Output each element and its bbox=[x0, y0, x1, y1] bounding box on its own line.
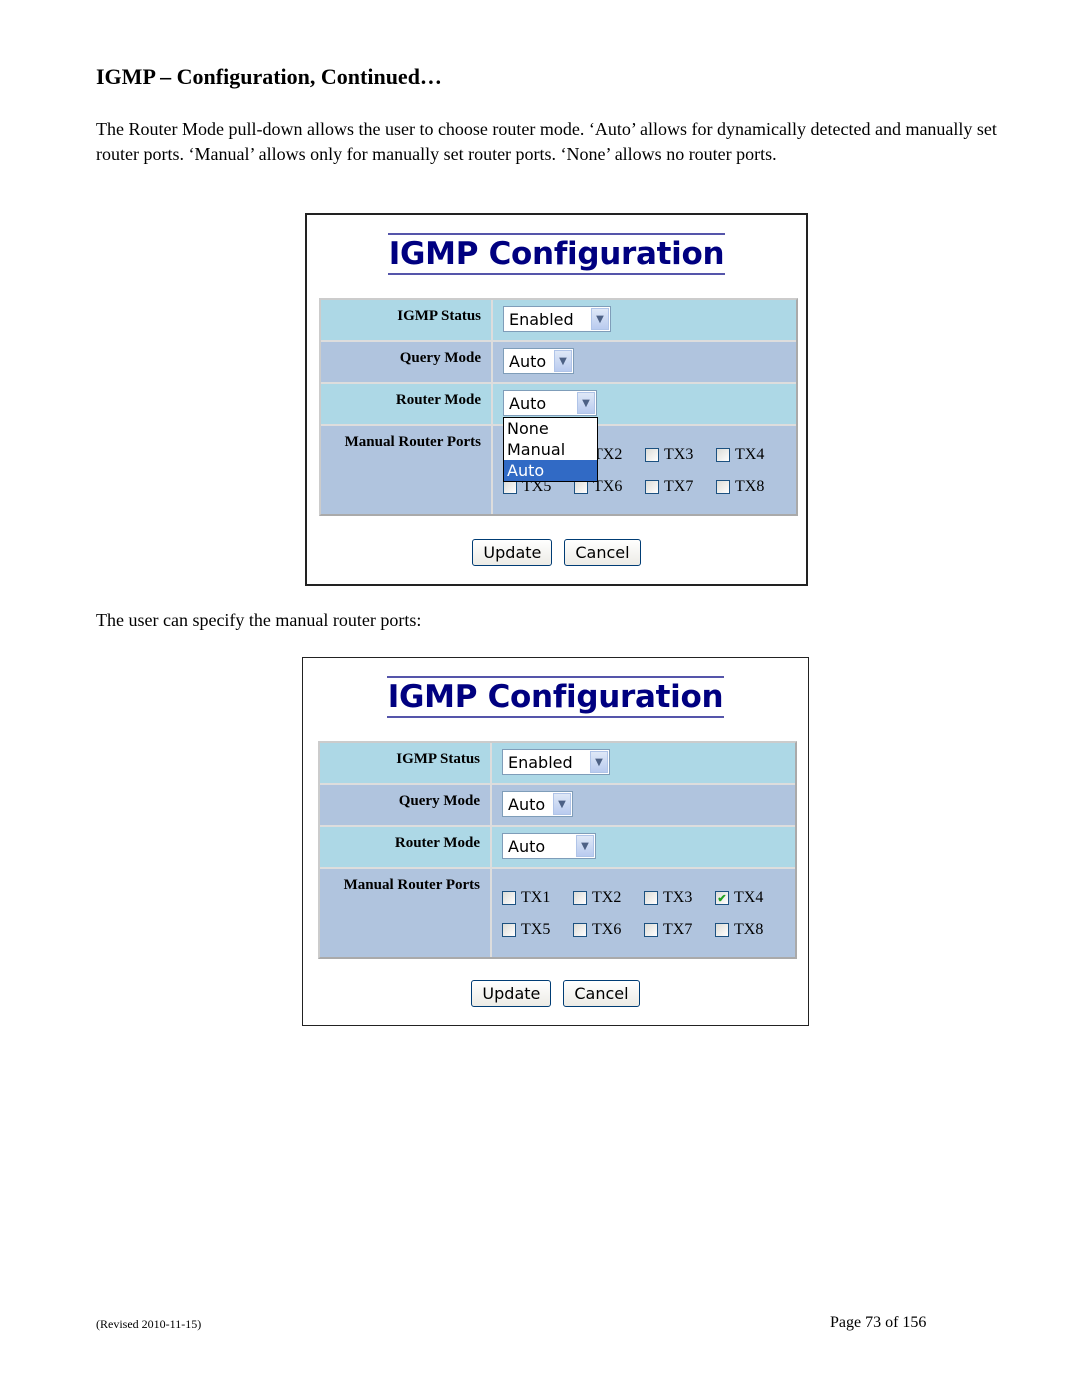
port-tx7[interactable]: TX7 bbox=[645, 478, 716, 496]
option-auto[interactable]: Auto bbox=[504, 460, 597, 481]
chevron-down-icon: ▼ bbox=[577, 392, 595, 414]
chevron-down-icon: ▼ bbox=[553, 793, 571, 815]
port-checkbox[interactable] bbox=[573, 891, 587, 905]
between-paragraph: The user can specify the manual router p… bbox=[96, 610, 422, 630]
revised-date: (Revised 2010-11-15) bbox=[96, 1317, 202, 1331]
port-label: TX8 bbox=[734, 921, 764, 938]
igmp-status-row: IGMP Status Enabled ▼ bbox=[321, 300, 796, 342]
config-table: IGMP Status Enabled ▼ Query Mode Auto ▼ Ro… bbox=[318, 741, 797, 959]
cancel-button[interactable]: Cancel bbox=[564, 539, 641, 566]
query-mode-label: Query Mode bbox=[321, 342, 493, 382]
igmp-status-label: IGMP Status bbox=[321, 300, 493, 340]
port-checkbox[interactable] bbox=[716, 480, 730, 494]
router-mode-row: Router Mode Auto ▼ bbox=[320, 827, 795, 869]
port-tx3[interactable]: TX3 bbox=[644, 889, 715, 907]
port-label: TX7 bbox=[663, 921, 693, 938]
update-button[interactable]: Update bbox=[472, 539, 553, 566]
query-mode-row: Query Mode Auto ▼ bbox=[320, 785, 795, 827]
port-checkbox[interactable] bbox=[503, 480, 517, 494]
query-mode-label: Query Mode bbox=[320, 785, 492, 825]
router-mode-select[interactable]: Auto ▼ bbox=[503, 390, 597, 416]
option-none[interactable]: None bbox=[504, 418, 597, 439]
port-checkbox[interactable] bbox=[716, 448, 730, 462]
igmp-status-label: IGMP Status bbox=[320, 743, 492, 783]
router-mode-row: Router Mode Auto ▼ None Manual Auto bbox=[321, 384, 796, 482]
chevron-down-icon: ▼ bbox=[590, 751, 608, 773]
port-tx8[interactable]: TX8 bbox=[716, 478, 787, 496]
port-tx3[interactable]: TX3 bbox=[645, 446, 716, 464]
router-mode-dropdown: None Manual Auto bbox=[503, 417, 598, 482]
igmp-status-select[interactable]: Enabled ▼ bbox=[502, 749, 610, 775]
port-label: TX2 bbox=[592, 889, 622, 906]
option-manual[interactable]: Manual bbox=[504, 439, 597, 460]
igmp-config-screenshot-1: IGMP Configuration IGMP Status Enabled ▼ … bbox=[305, 213, 808, 586]
port-label: TX1 bbox=[521, 889, 551, 906]
port-checkbox[interactable] bbox=[574, 480, 588, 494]
config-table: IGMP Status Enabled ▼ Query Mode Auto ▼ Ro… bbox=[319, 298, 798, 516]
update-button[interactable]: Update bbox=[471, 980, 552, 1007]
cancel-button[interactable]: Cancel bbox=[563, 980, 640, 1007]
igmp-config-screenshot-2: IGMP Configuration IGMP Status Enabled ▼ … bbox=[302, 657, 809, 1026]
intro-paragraph: The Router Mode pull-down allows the use… bbox=[96, 119, 997, 164]
router-mode-label: Router Mode bbox=[321, 384, 493, 424]
chevron-down-icon: ▼ bbox=[591, 308, 609, 330]
router-mode-label: Router Mode bbox=[320, 827, 492, 867]
port-label: TX4 bbox=[735, 446, 765, 463]
port-checkbox[interactable] bbox=[573, 923, 587, 937]
section-heading: IGMP – Configuration, Continued… bbox=[96, 64, 442, 89]
port-tx6[interactable]: TX6 bbox=[573, 921, 644, 939]
port-tx4[interactable]: TX4 bbox=[716, 446, 787, 464]
manual-router-ports-label: Manual Router Ports bbox=[321, 426, 493, 514]
query-mode-select[interactable]: Auto ▼ bbox=[503, 348, 574, 374]
manual-router-ports-label: Manual Router Ports bbox=[320, 869, 492, 957]
port-checkbox-grid: TX1 TX2 TX3 ✔ TX4 TX5 TX6 TX7 TX8 bbox=[502, 875, 795, 939]
port-label: TX8 bbox=[735, 478, 765, 495]
port-checkbox[interactable] bbox=[644, 923, 658, 937]
port-tx5[interactable]: TX5 bbox=[502, 921, 573, 939]
port-checkbox[interactable] bbox=[502, 891, 516, 905]
port-tx1[interactable]: TX1 bbox=[502, 889, 573, 907]
port-checkbox[interactable]: ✔ bbox=[715, 891, 729, 905]
port-label: TX5 bbox=[521, 921, 551, 938]
port-label: TX3 bbox=[664, 446, 694, 463]
port-checkbox[interactable] bbox=[502, 923, 516, 937]
port-label: TX6 bbox=[592, 921, 622, 938]
chevron-down-icon: ▼ bbox=[554, 350, 572, 372]
port-tx4[interactable]: ✔ TX4 bbox=[715, 889, 786, 907]
port-tx7[interactable]: TX7 bbox=[644, 921, 715, 939]
chevron-down-icon: ▼ bbox=[576, 835, 594, 857]
igmp-status-select[interactable]: Enabled ▼ bbox=[503, 306, 611, 332]
port-label: TX4 bbox=[734, 889, 764, 906]
port-tx8[interactable]: TX8 bbox=[715, 921, 786, 939]
igmp-status-row: IGMP Status Enabled ▼ bbox=[320, 743, 795, 785]
port-label: TX3 bbox=[663, 889, 693, 906]
page-number: Page 73 of 156 bbox=[830, 1314, 927, 1331]
query-mode-select[interactable]: Auto ▼ bbox=[502, 791, 573, 817]
port-tx2[interactable]: TX2 bbox=[573, 889, 644, 907]
manual-router-ports-row: Manual Router Ports TX1 TX2 TX3 ✔ TX4 TX5 TX6 T… bbox=[320, 869, 795, 957]
port-checkbox[interactable] bbox=[715, 923, 729, 937]
config-title: IGMP Configuration bbox=[387, 233, 726, 275]
router-mode-select[interactable]: Auto ▼ bbox=[502, 833, 596, 859]
port-checkbox[interactable] bbox=[645, 448, 659, 462]
port-checkbox[interactable] bbox=[644, 891, 658, 905]
port-label: TX7 bbox=[664, 478, 694, 495]
config-title: IGMP Configuration bbox=[386, 676, 725, 718]
port-checkbox[interactable] bbox=[645, 480, 659, 494]
query-mode-row: Query Mode Auto ▼ bbox=[321, 342, 796, 384]
